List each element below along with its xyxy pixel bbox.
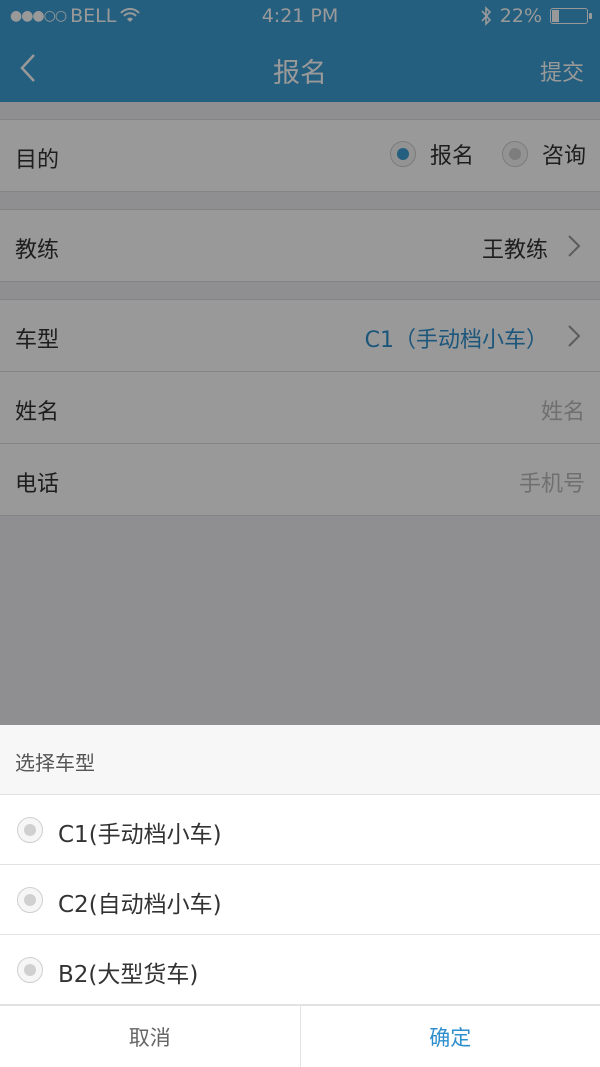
car-type-option[interactable]: B2(大型货车) — [0, 935, 600, 1005]
radio-unchecked-icon — [17, 957, 43, 983]
car-type-picker-sheet: 选择车型 C1(手动档小车) C2(自动档小车) B2(大型货车) 取消 确定 — [0, 725, 600, 1067]
cancel-button[interactable]: 取消 — [0, 1006, 301, 1067]
confirm-button[interactable]: 确定 — [301, 1006, 600, 1067]
sheet-title: 选择车型 — [0, 725, 600, 795]
sheet-actions: 取消 确定 — [0, 1005, 600, 1067]
car-type-option-label: C1(手动档小车) — [58, 822, 222, 848]
car-type-option-label: C2(自动档小车) — [58, 892, 222, 918]
car-type-option[interactable]: C1(手动档小车) — [0, 795, 600, 865]
radio-unchecked-icon — [17, 887, 43, 913]
radio-unchecked-icon — [17, 817, 43, 843]
car-type-option[interactable]: C2(自动档小车) — [0, 865, 600, 935]
car-type-option-label: B2(大型货车) — [58, 962, 199, 988]
modal-overlay[interactable] — [0, 0, 600, 725]
